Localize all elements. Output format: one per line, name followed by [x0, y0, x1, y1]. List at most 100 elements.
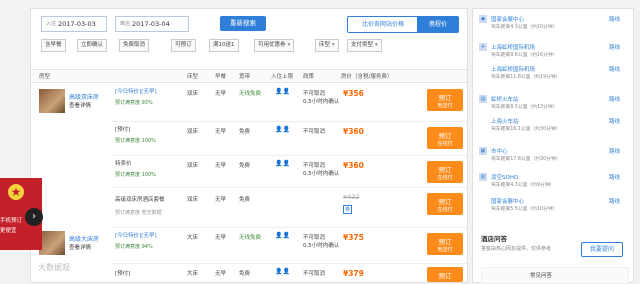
book-button[interactable]: 预订 到店付: [427, 233, 463, 255]
rate-title[interactable]: 高级双床房酒店套餐: [115, 195, 165, 203]
route-link[interactable]: 路线: [609, 173, 620, 181]
policy-confirm: 0.5小时内确认: [303, 171, 340, 177]
rate-price: ¥360: [343, 127, 364, 136]
breakfast: 无早: [215, 235, 227, 241]
coupon-badge: 券: [343, 205, 353, 214]
filter-bookable[interactable]: 可预订: [171, 39, 196, 52]
poi-name[interactable]: 上海虹桥国际机场: [491, 65, 561, 73]
rate-title[interactable]: [今日特价][无早]: [115, 87, 157, 95]
faq-box[interactable]: 常见问答: [481, 267, 629, 284]
route-link[interactable]: 路线: [609, 147, 620, 155]
occupancy-icon: 👤👤: [275, 126, 290, 133]
bed-type: 大床: [187, 235, 199, 241]
wifi: 免费: [239, 129, 251, 135]
policy: 不可取消: [303, 91, 326, 97]
book-label: 预订: [438, 198, 452, 206]
filter-promo[interactable]: 满10送1: [209, 39, 239, 52]
filter-breakfast[interactable]: 含早餐: [41, 39, 66, 52]
table-row: 高级双床房酒店套餐 预订满意度 暂无数据 双床 无早 免费 ¥432 券 预订在…: [111, 187, 467, 228]
route-link[interactable]: 路线: [609, 43, 620, 51]
poi-distance: 驾车距离5.5公里（约10分钟）: [491, 207, 558, 212]
book-button[interactable]: 预订 在线付: [427, 193, 463, 215]
th-breakfast: 早餐: [215, 74, 227, 80]
city-icon: ▦: [479, 147, 487, 155]
research-button[interactable]: 重新搜索: [220, 16, 266, 31]
chevron-right-icon[interactable]: ›: [25, 208, 43, 226]
book-label: 预订: [438, 272, 452, 280]
room-name[interactable]: 高级大床房: [69, 234, 99, 243]
filter-instant-confirm[interactable]: 立即确认: [77, 39, 108, 52]
filter-coupon-label: 可用优惠券: [258, 42, 286, 48]
book-label: 预订: [438, 132, 452, 140]
occupancy-icon: 👤👤: [275, 268, 290, 275]
policy: 不可取消: [303, 271, 326, 277]
book-pay-type: 到店付: [437, 247, 453, 253]
room-list-panel: 入住 2017-03-03 离店 2017-03-04 重新搜索 比价各网站价格…: [30, 8, 468, 283]
filter-bar: 含早餐 立即确认 免费取消 可预订 满10送1 可用优惠券 ▾ 床型 ▾ 支付类型 ▾: [39, 39, 461, 53]
poi-name[interactable]: 上海火车站: [491, 117, 561, 125]
rate-title[interactable]: 特卖价: [115, 159, 132, 167]
book-button[interactable]: 预订 在线付: [427, 161, 463, 183]
room-detail-link[interactable]: 查看详情: [69, 243, 91, 251]
train-icon: ▤: [479, 95, 487, 103]
room-photo[interactable]: [39, 89, 65, 113]
poi-name[interactable]: 凌空SOHO: [491, 173, 554, 181]
poi-name[interactable]: 上海虹桥国际机场: [491, 43, 558, 51]
poi-distance: 驾车距离8.5公里（约13分钟）: [491, 105, 558, 110]
rate-satisfaction: 预订满意度 暂无数据: [115, 210, 162, 216]
bed-type: 双床: [187, 197, 199, 203]
route-link[interactable]: 路线: [609, 95, 620, 103]
filter-coupon[interactable]: 可用优惠券 ▾: [254, 39, 295, 52]
room-photo[interactable]: [39, 231, 65, 255]
poi-distance: 驾车距离9.6公里（约16分钟）: [491, 53, 558, 58]
ask-question-button[interactable]: 我要提问: [581, 242, 623, 257]
rate-title[interactable]: [预付]: [115, 269, 130, 277]
location-icon: ◆: [479, 15, 487, 23]
route-link[interactable]: 路线: [609, 15, 620, 23]
filter-bed-type[interactable]: 床型 ▾: [315, 39, 339, 52]
room-name[interactable]: 高级双床房: [69, 92, 99, 101]
breakfast: 无早: [215, 163, 227, 169]
route-link[interactable]: 路线: [609, 117, 620, 125]
book-label: 预订: [438, 166, 452, 174]
route-link[interactable]: 路线: [609, 197, 620, 205]
policy: 不可取消: [303, 235, 326, 241]
filter-free-cancel[interactable]: 免费取消: [119, 39, 150, 52]
book-button[interactable]: 预订 在线付: [427, 127, 463, 149]
table-row: [预付] 预订满意度 100% 双床 无早 免费 👤👤 不可取消 ¥360 预订…: [111, 121, 467, 156]
qa-subtitle: 答客由热心网友提供，仅供参考: [481, 246, 552, 252]
policy-confirm: 0.5小时内确认: [303, 243, 340, 249]
book-button[interactable]: 预订: [427, 267, 463, 282]
table-row: [预付] 大床 无早 免费 👤👤 不可取消 ¥379 预订: [111, 263, 467, 283]
ctrip-price-button[interactable]: 携程价: [417, 16, 459, 33]
bed-type: 大床: [187, 271, 199, 277]
mobile-promo-ad[interactable]: ★ 手机预订 更便宜 ›: [0, 178, 43, 250]
policy: 不可取消: [303, 129, 326, 135]
occupancy-icon: 👤👤: [275, 232, 290, 239]
watermark: 大数据观: [38, 263, 70, 272]
th-wifi: 宽带: [239, 74, 251, 80]
route-link[interactable]: 路线: [609, 65, 620, 73]
rate-title[interactable]: [今日特价][无早]: [115, 231, 157, 239]
wifi: 免费: [239, 163, 251, 169]
checkout-label: 离店: [120, 21, 131, 27]
location-sidebar: ◆ 国家会展中心 驾车距离4.3公里（约10分钟） 路线 ✈ 上海虹桥国际机场 驾车距离…: [472, 8, 634, 284]
book-pay-type: 在线付: [437, 141, 453, 147]
filter-payment[interactable]: 支付类型 ▾: [347, 39, 382, 52]
compare-price-button[interactable]: 比价各网站价格: [347, 16, 419, 33]
book-button[interactable]: 预订 到店付: [427, 89, 463, 111]
checkin-field[interactable]: 入住 2017-03-03: [41, 16, 107, 32]
ad-line2: 更便宜: [0, 228, 17, 234]
poi-name[interactable]: 虹桥火车站: [491, 95, 558, 103]
rate-price: ¥379: [343, 269, 364, 278]
poi-name[interactable]: 国家会展中心: [491, 197, 558, 205]
poi-name[interactable]: 国家会展中心: [491, 15, 558, 23]
star-icon: ★: [8, 184, 24, 200]
rate-title[interactable]: [预付]: [115, 125, 130, 133]
room-detail-link[interactable]: 查看详情: [69, 101, 91, 109]
ad-line1: 手机预订: [0, 218, 23, 224]
filter-payment-label: 支付类型: [351, 42, 374, 48]
checkout-field[interactable]: 离店 2017-03-04: [115, 16, 189, 32]
wifi: 无线免费: [239, 91, 262, 97]
poi-name[interactable]: 市中心: [491, 147, 561, 155]
